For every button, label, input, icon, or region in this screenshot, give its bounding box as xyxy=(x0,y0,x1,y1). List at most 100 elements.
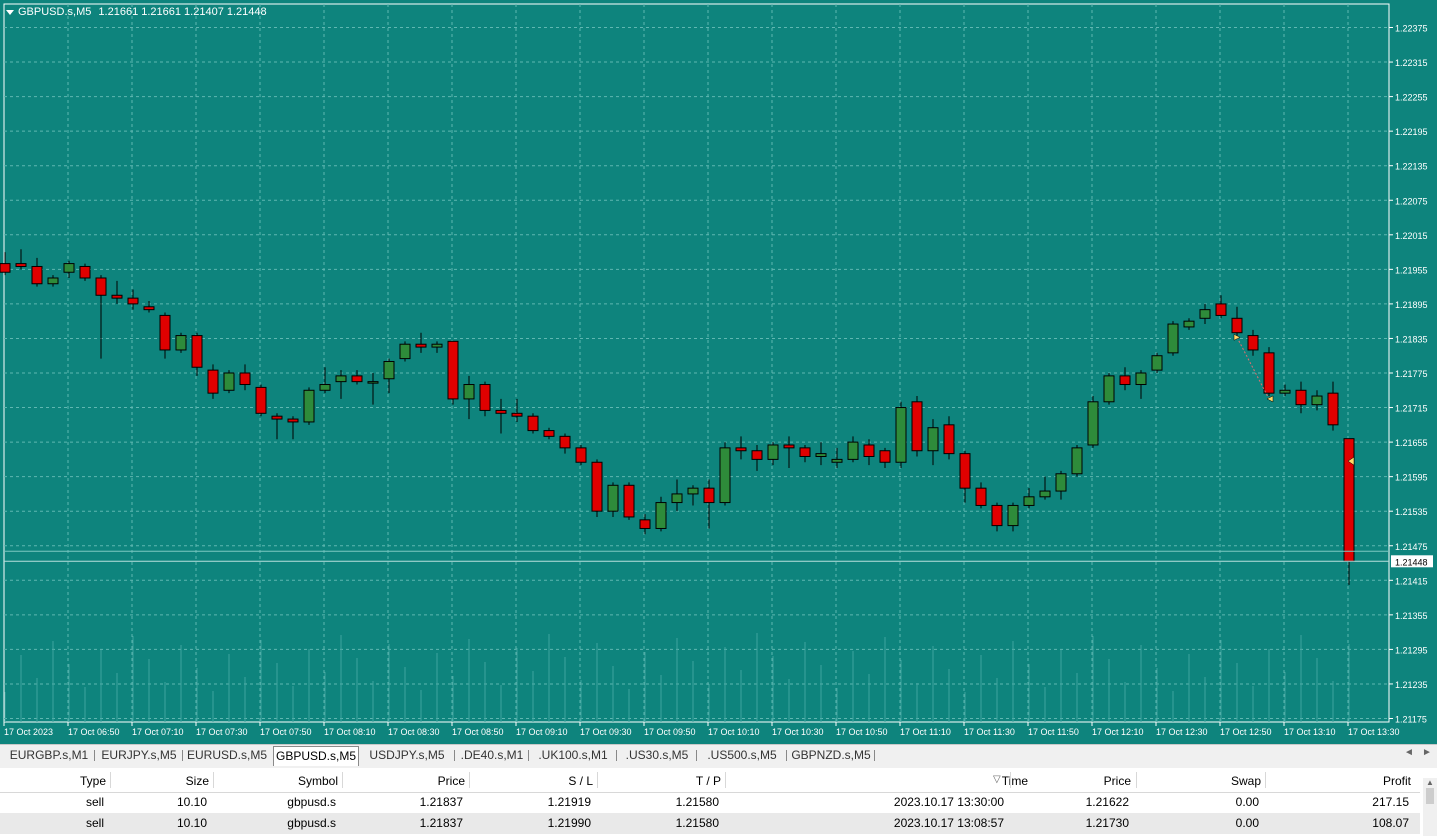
chart-tab[interactable]: .US30.s,M5 xyxy=(619,747,695,764)
bear-candle xyxy=(559,435,571,449)
sort-desc-icon[interactable]: ▽ xyxy=(993,774,1001,785)
column-header[interactable]: Profit xyxy=(1383,774,1411,788)
column-header[interactable]: Price xyxy=(1104,774,1131,788)
bull-candle xyxy=(1055,473,1067,492)
time-axis-label: 17 Oct 12:50 xyxy=(1220,727,1272,737)
column-separator[interactable] xyxy=(1010,772,1011,788)
chart-tabs-bar: EURGBP.s,M1 EURJPY.s,M5 EURUSD.s,M5 GBPUSD.… xyxy=(0,744,1437,766)
bear-candle xyxy=(31,265,43,285)
bear-candle xyxy=(863,444,875,457)
chart-tab[interactable]: .US500.s,M5 xyxy=(699,747,785,764)
table-row[interactable]: sell 10.10 gbpusd.s 1.21837 1.21919 1.21580 20… xyxy=(0,792,1420,813)
column-header[interactable]: Size xyxy=(186,774,209,788)
bear-candle xyxy=(79,265,91,279)
bull-candle xyxy=(1167,323,1179,354)
chart-tab[interactable]: .UK100.s,M1 xyxy=(531,747,615,764)
bear-candle xyxy=(479,384,491,411)
price-axis-label: 1.21175 xyxy=(1395,715,1427,725)
bull-candle xyxy=(767,444,779,460)
chart-symbol: GBPUSD.s,M5 xyxy=(18,6,92,18)
time-axis-label: 17 Oct 07:50 xyxy=(260,727,312,737)
table-cell: 108.07 xyxy=(1372,816,1409,830)
price-axis-label: 1.22195 xyxy=(1395,127,1428,137)
bull-candle xyxy=(463,384,475,400)
tab-separator xyxy=(528,750,529,761)
chart-ohlc: 1.21661 1.21661 1.21407 1.21448 xyxy=(98,6,267,18)
chart-tab[interactable]: GBPUSD.s,M5 xyxy=(273,746,359,766)
table-cell: 1.21990 xyxy=(547,816,591,830)
chart-tab[interactable]: .DE40.s,M1 xyxy=(457,747,527,764)
chart-tab[interactable]: EURUSD.s,M5 xyxy=(185,747,269,764)
scroll-up-arrow-icon[interactable]: ▲ xyxy=(1426,778,1434,787)
chart-menu-triangle-icon[interactable] xyxy=(6,9,14,15)
bull-candle xyxy=(895,407,907,463)
tab-separator xyxy=(696,750,697,761)
price-axis-label: 1.21295 xyxy=(1395,645,1428,655)
column-separator[interactable] xyxy=(597,772,598,788)
column-separator[interactable] xyxy=(342,772,343,788)
bear-candle xyxy=(1263,352,1275,394)
tabs-scroll-right-icon[interactable]: ► xyxy=(1422,747,1432,758)
price-axis-label: 1.22075 xyxy=(1395,196,1428,206)
time-axis-label: 17 Oct 12:30 xyxy=(1156,727,1208,737)
column-separator[interactable] xyxy=(469,772,470,788)
column-header[interactable]: S / L xyxy=(568,774,593,788)
chart-tab[interactable]: GBPNZD.s,M5 xyxy=(789,747,873,764)
column-header[interactable]: T / P xyxy=(696,774,721,788)
scrollbar-thumb[interactable] xyxy=(1426,788,1434,804)
table-cell: 1.21837 xyxy=(419,816,463,830)
bull-candle xyxy=(1183,320,1195,328)
time-axis-label: 17 Oct 08:30 xyxy=(388,727,440,737)
bull-candle xyxy=(1071,447,1083,475)
bull-candle xyxy=(687,487,699,495)
table-cell: 1.21919 xyxy=(547,795,591,809)
tabs-scroll-left-icon[interactable]: ◄ xyxy=(1404,747,1414,758)
column-header[interactable]: Type xyxy=(80,774,106,788)
column-separator[interactable] xyxy=(1265,772,1266,788)
table-cell: gbpusd.s xyxy=(287,795,336,809)
price-axis-label: 1.21595 xyxy=(1395,473,1428,483)
price-axis-label: 1.21895 xyxy=(1395,300,1428,310)
chart-tab[interactable]: EURJPY.s,M5 xyxy=(97,747,181,764)
bull-candle xyxy=(719,447,731,504)
bear-candle xyxy=(1295,389,1307,406)
price-axis-label: 1.22255 xyxy=(1395,93,1428,103)
candlestick-chart[interactable]: 1.22375 1.22315 1.22255 1.22195 1.22135 1.220… xyxy=(0,0,1437,744)
price-chart[interactable]: 1.22375 1.22315 1.22255 1.22195 1.22135 1.220… xyxy=(0,0,1437,744)
chart-tab[interactable]: EURGBP.s,M1 xyxy=(5,747,93,764)
column-header[interactable]: Price xyxy=(438,774,465,788)
time-axis-label: 17 Oct 10:50 xyxy=(836,727,888,737)
column-separator[interactable] xyxy=(110,772,111,788)
column-header[interactable]: Swap xyxy=(1231,774,1261,788)
bull-candle xyxy=(335,375,347,383)
bear-candle xyxy=(511,412,523,417)
bear-candle xyxy=(959,453,971,489)
bear-candle xyxy=(879,450,891,463)
column-separator[interactable] xyxy=(213,772,214,788)
bull-candle xyxy=(1311,395,1323,406)
table-row[interactable]: sell 10.10 gbpusd.s 1.21837 1.21990 1.21580 20… xyxy=(0,813,1420,834)
bear-candle xyxy=(15,263,27,267)
bull-candle xyxy=(1087,401,1099,446)
table-cell: 1.21837 xyxy=(419,795,463,809)
time-axis-label: 17 Oct 09:10 xyxy=(516,727,568,737)
price-axis-label: 1.21715 xyxy=(1395,404,1428,414)
table-cell: 217.15 xyxy=(1372,795,1409,809)
bear-candle xyxy=(111,294,123,299)
column-header[interactable]: Time xyxy=(1002,774,1028,788)
table-cell: sell xyxy=(85,816,104,830)
bull-candle xyxy=(319,384,331,391)
bull-candle xyxy=(1023,496,1035,506)
bear-candle xyxy=(943,424,955,455)
bear-candle xyxy=(639,519,651,529)
chart-tab[interactable]: USDJPY.s,M5 xyxy=(361,747,453,764)
bear-candle xyxy=(1119,375,1131,386)
bull-candle xyxy=(367,381,379,384)
column-separator[interactable] xyxy=(1136,772,1137,788)
column-header[interactable]: Symbol xyxy=(298,774,338,788)
price-axis-label: 1.22315 xyxy=(1395,58,1428,68)
price-axis-label: 1.21535 xyxy=(1395,507,1428,517)
column-separator[interactable] xyxy=(725,772,726,788)
table-vertical-scrollbar[interactable]: ▲ xyxy=(1423,778,1437,836)
bear-candle xyxy=(991,504,1003,527)
